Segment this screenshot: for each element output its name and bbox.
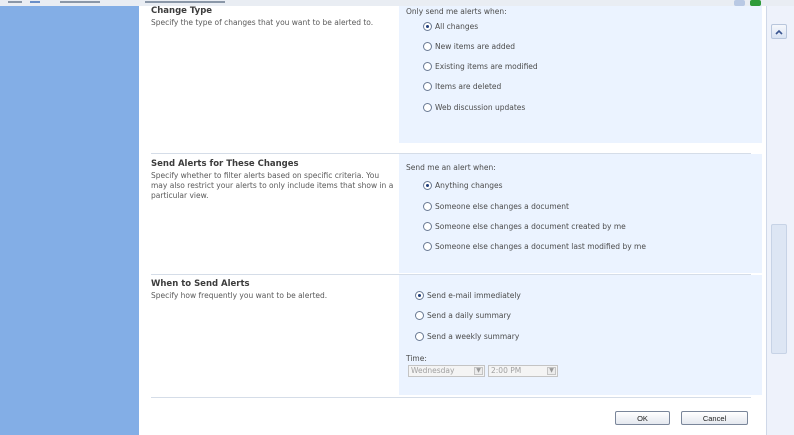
- option-label: Send a daily summary: [427, 311, 511, 320]
- radio-button[interactable]: [423, 103, 432, 112]
- toolbar-fragment: [8, 1, 22, 3]
- change-type-info: Change Type Specify the type of changes …: [151, 6, 395, 28]
- radio-button[interactable]: [415, 311, 424, 320]
- radio-button-selected[interactable]: [423, 22, 432, 31]
- option-label: Someone else changes a document: [435, 202, 569, 211]
- change-type-title: Change Type: [151, 6, 213, 16]
- radio-new-items-added[interactable]: New items are added: [423, 42, 515, 51]
- radio-daily-summary[interactable]: Send a daily summary: [415, 311, 511, 320]
- radio-existing-items-modified[interactable]: Existing items are modified: [423, 62, 538, 71]
- send-alerts-for-options: Send me an alert when: Anything changes …: [399, 154, 762, 273]
- change-type-section: Change Type Specify the type of changes …: [151, 6, 762, 143]
- option-label: Existing items are modified: [435, 62, 538, 71]
- radio-someone-else-changes-modified-by-me[interactable]: Someone else changes a document last mod…: [423, 242, 646, 251]
- radio-someone-else-changes-created-by-me[interactable]: Someone else changes a document created …: [423, 222, 626, 231]
- when-to-send-options: Send e-mail immediately Send a daily sum…: [399, 275, 762, 395]
- radio-button[interactable]: [423, 82, 432, 91]
- option-label: Send e-mail immediately: [427, 291, 521, 300]
- radio-button[interactable]: [423, 202, 432, 211]
- change-type-prompt: Only send me alerts when:: [406, 7, 507, 16]
- option-label: Web discussion updates: [435, 103, 526, 112]
- radio-button[interactable]: [423, 42, 432, 51]
- radio-items-deleted[interactable]: Items are deleted: [423, 82, 501, 91]
- scroll-up-button[interactable]: [771, 24, 787, 39]
- radio-send-immediately[interactable]: Send e-mail immediately: [415, 291, 521, 300]
- change-type-description: Specify the type of changes that you wan…: [151, 18, 374, 27]
- radio-weekly-summary[interactable]: Send a weekly summary: [415, 332, 519, 341]
- time-select[interactable]: 2:00 PM ▼: [488, 365, 558, 377]
- radio-anything-changes[interactable]: Anything changes: [423, 181, 503, 190]
- option-label: Someone else changes a document created …: [435, 222, 626, 231]
- when-to-send-title: When to Send Alerts: [151, 279, 250, 289]
- toolbar-fragment: [30, 1, 40, 3]
- radio-button[interactable]: [423, 242, 432, 251]
- day-select-value: Wednesday: [411, 366, 455, 375]
- radio-button[interactable]: [415, 332, 424, 341]
- vertical-scrollbar[interactable]: [766, 6, 794, 435]
- change-type-options: Only send me alerts when: All changes Ne…: [399, 6, 762, 143]
- cancel-button[interactable]: Cancel: [681, 411, 748, 425]
- option-label: All changes: [435, 22, 479, 31]
- chevron-up-icon: [775, 29, 783, 35]
- alert-settings-form: Change Type Specify the type of changes …: [139, 6, 766, 435]
- option-label: New items are added: [435, 42, 515, 51]
- time-label: Time:: [406, 354, 427, 363]
- radio-web-discussion-updates[interactable]: Web discussion updates: [423, 103, 525, 112]
- option-label: Someone else changes a document last mod…: [435, 242, 646, 251]
- section-divider: [151, 397, 751, 398]
- send-alerts-for-description: Specify whether to filter alerts based o…: [151, 171, 394, 200]
- send-alerts-for-info: Send Alerts for These Changes Specify wh…: [151, 159, 395, 201]
- option-label: Send a weekly summary: [427, 332, 520, 341]
- radio-all-changes[interactable]: All changes: [423, 22, 478, 31]
- ok-button[interactable]: OK: [615, 411, 670, 425]
- radio-button[interactable]: [423, 222, 432, 231]
- radio-button-selected[interactable]: [423, 181, 432, 190]
- day-select[interactable]: Wednesday ▼: [408, 365, 485, 377]
- send-alerts-for-section: Send Alerts for These Changes Specify wh…: [151, 154, 762, 273]
- toolbar-fragment: [145, 1, 225, 3]
- option-label: Items are deleted: [435, 82, 502, 91]
- when-to-send-info: When to Send Alerts Specify how frequent…: [151, 279, 395, 301]
- chevron-down-icon[interactable]: ▼: [547, 367, 556, 375]
- when-to-send-section: When to Send Alerts Specify how frequent…: [151, 275, 762, 395]
- send-alerts-for-title: Send Alerts for These Changes: [151, 159, 299, 169]
- option-label: Anything changes: [435, 181, 503, 190]
- toolbar-fragment: [60, 1, 100, 3]
- scrollbar-thumb[interactable]: [771, 224, 787, 354]
- time-select-value: 2:00 PM: [491, 366, 522, 375]
- radio-someone-else-changes-document[interactable]: Someone else changes a document: [423, 202, 569, 211]
- chevron-down-icon[interactable]: ▼: [474, 367, 483, 375]
- radio-button[interactable]: [423, 62, 432, 71]
- send-alerts-for-prompt: Send me an alert when:: [406, 163, 496, 172]
- left-navigation-pane: [0, 6, 139, 435]
- when-to-send-description: Specify how frequently you want to be al…: [151, 291, 328, 300]
- radio-button-selected[interactable]: [415, 291, 424, 300]
